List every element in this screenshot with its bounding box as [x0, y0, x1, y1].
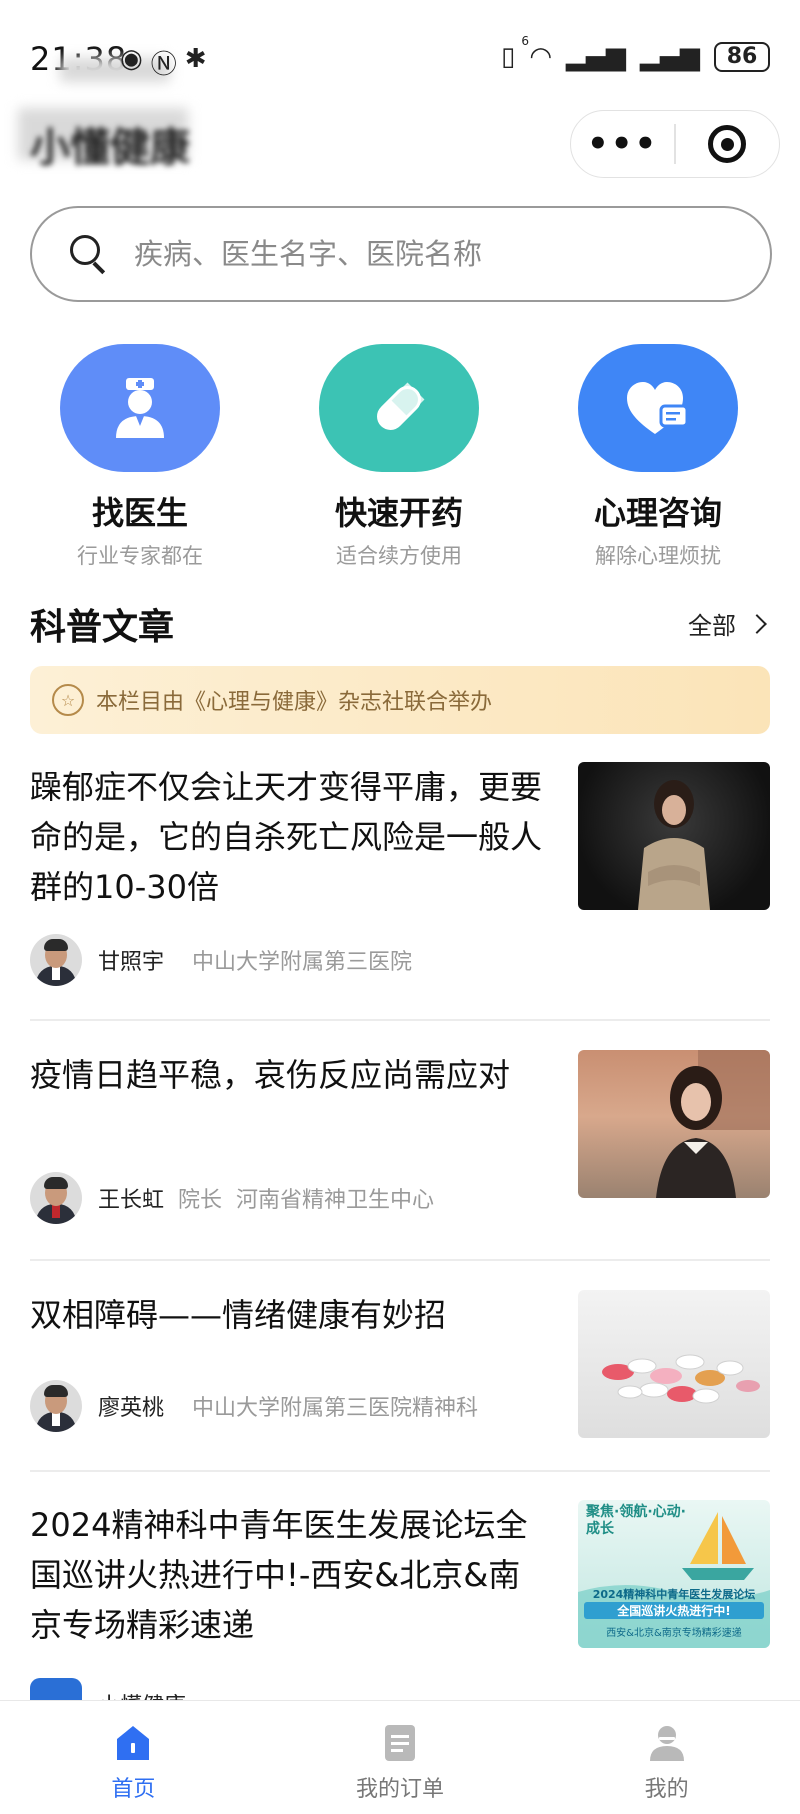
home-icon: [117, 1726, 150, 1760]
author-name: 王长虹: [98, 1188, 165, 1213]
nav-label: 我的: [644, 1777, 689, 1802]
thumb-text3: 西安&北京&南京专场精彩速递: [606, 1628, 742, 1639]
heart-chat-icon: [578, 344, 738, 472]
article-title: 2024精神科中青年医生发展论坛全国巡讲火热进行中!-西安&北京&南京专场精彩速…: [30, 1506, 528, 1644]
search-icon: [70, 235, 108, 273]
signal-icon: ▂▄▆: [566, 42, 626, 72]
author-role: 院长: [178, 1188, 223, 1213]
service-title: 心理咨询: [593, 494, 722, 532]
author-name: 廖英桃: [98, 1396, 165, 1421]
avatar: [30, 1380, 82, 1432]
battery-indicator: 86: [714, 42, 770, 72]
search-input[interactable]: [134, 237, 694, 271]
nav-label: 我的订单: [356, 1777, 445, 1802]
article-title: 躁郁症不仅会让天才变得平庸，更要命的是，它的自杀死亡风险是一般人群的10-30倍: [30, 768, 543, 906]
article-thumbnail: 聚焦·领航·心动·成长 2024精神科中青年医生发展论坛 全国巡讲火热进行中! …: [578, 1500, 770, 1648]
thumb-text2: 全国巡讲火热进行中!: [584, 1602, 764, 1619]
close-target-icon: [708, 125, 747, 163]
service-find-doctor[interactable]: 找医生 行业专家都在: [30, 344, 250, 570]
status-icons-right: ▯ ◠ 6 ▂▄▆ ▂▄▆ 86: [501, 34, 770, 72]
nav-item-home[interactable]: 首页: [0, 1701, 267, 1814]
divider: [30, 1470, 770, 1472]
more-button[interactable]: •••: [571, 127, 674, 161]
author-org: 中山大学附属第三医院: [192, 950, 413, 975]
service-quick-prescription[interactable]: 快速开药 适合续方使用: [289, 344, 509, 570]
wifi-icon: ◠ 6: [521, 34, 552, 72]
service-title: 快速开药: [334, 494, 463, 532]
bluetooth-icon: ✱: [184, 44, 207, 74]
divider: [30, 1259, 770, 1261]
signal-icon: ▂▄▆: [640, 42, 700, 72]
service-title: 找医生: [91, 494, 188, 532]
badge-star-icon: ☆: [52, 684, 84, 716]
author-org: 河南省精神卫生中心: [236, 1188, 435, 1213]
service-subtitle: 行业专家都在: [77, 544, 203, 568]
chevron-right-icon: [747, 613, 767, 634]
divider: [30, 1019, 770, 1021]
article-thumbnail: [578, 1290, 770, 1438]
section-title: 科普文章: [30, 607, 175, 648]
see-all-link[interactable]: 全部: [688, 606, 767, 641]
article-card[interactable]: 2024精神科中青年医生发展论坛全国巡讲火热进行中!-西安&北京&南京专场精彩速…: [30, 1500, 770, 1730]
article-thumbnail: [578, 762, 770, 910]
search-bar[interactable]: [30, 206, 772, 302]
close-button[interactable]: [676, 125, 779, 163]
article-meta: 甘照宇 中山大学附属第三医院: [30, 934, 412, 986]
avatar: [30, 1172, 82, 1224]
vibrate-icon: ▯: [501, 42, 516, 72]
nfc-icon: Ⓝ: [150, 50, 177, 80]
bottom-nav: 首页 我的订单 我的: [0, 1700, 800, 1814]
service-subtitle: 适合续方使用: [336, 544, 462, 568]
nav-item-orders[interactable]: 我的订单: [267, 1701, 534, 1814]
avatar: [30, 934, 82, 986]
mini-program-capsule: •••: [570, 110, 780, 178]
doctor-icon: [60, 344, 220, 472]
thumb-text: 2024精神科中青年医生发展论坛: [592, 1588, 756, 1601]
article-card[interactable]: 双相障碍——情绪健康有妙招 廖英桃 中山大学附属第三医院精神科: [30, 1290, 770, 1450]
sponsor-banner: ☆ 本栏目由《心理与健康》杂志社联合举办: [30, 666, 770, 734]
order-icon: [385, 1725, 415, 1761]
service-counseling[interactable]: 心理咨询 解除心理烦扰: [548, 344, 768, 570]
status-icons-left: ◉ Ⓝ ✱: [120, 44, 207, 81]
thumb-heading: 聚焦·领航·心动·成长: [586, 1504, 686, 1537]
article-meta: 王长虹 院长 河南省精神卫生中心: [30, 1172, 434, 1224]
nav-item-profile[interactable]: 我的: [533, 1701, 800, 1814]
author-name: 甘照宇: [98, 950, 165, 975]
article-title: 双相障碍——情绪健康有妙招: [30, 1296, 447, 1334]
see-all-label: 全部: [688, 612, 736, 640]
service-subtitle: 解除心理烦扰: [595, 544, 721, 568]
profile-icon: [649, 1726, 684, 1761]
eye-icon: ◉: [120, 44, 143, 74]
article-card[interactable]: 躁郁症不仅会让天才变得平庸，更要命的是，它的自杀死亡风险是一般人群的10-30倍…: [30, 762, 770, 992]
article-title: 疫情日趋平稳，哀伤反应尚需应对: [30, 1056, 511, 1094]
pill-icon: [319, 344, 479, 472]
banner-text: 本栏目由《心理与健康》杂志社联合举办: [96, 690, 493, 715]
article-thumbnail: [578, 1050, 770, 1198]
author-org: 中山大学附属第三医院精神科: [192, 1396, 479, 1421]
article-meta: 廖英桃 中山大学附属第三医院精神科: [30, 1380, 478, 1432]
article-card[interactable]: 疫情日趋平稳，哀伤反应尚需应对 王长虹 院长 河南省精神卫生中心: [30, 1050, 770, 1230]
nav-label: 首页: [111, 1777, 156, 1802]
status-bar: 21:38 ◉ Ⓝ ✱ ▯ ◠6 ▂▄▆ ▂▄▆ 86: [0, 0, 800, 100]
app-title: 小懂健康: [30, 125, 190, 171]
